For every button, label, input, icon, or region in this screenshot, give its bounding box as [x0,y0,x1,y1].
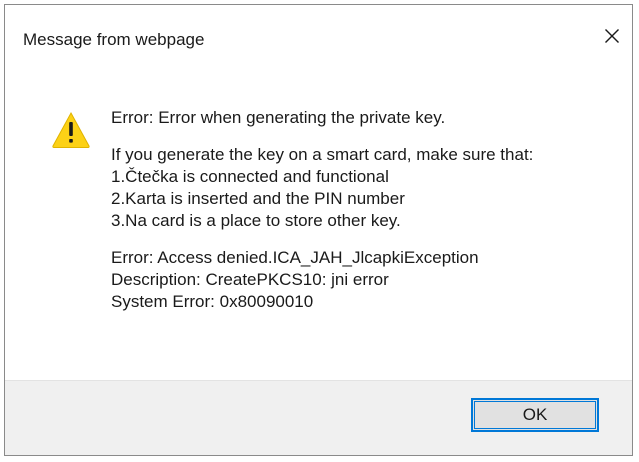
title-bar: Message from webpage [5,5,632,67]
ok-button[interactable]: OK [471,398,599,432]
warning-icon [52,111,90,148]
error-detail: Error: Access denied.ICA_JAH_JlcapkiExce… [111,248,479,267]
checklist-item: 1.Čtečka is connected and functional [111,167,389,186]
checklist-item: 2.Karta is inserted and the PIN number [111,189,405,208]
dialog-content: Error: Error when generating the private… [5,67,632,347]
checklist-item: 3.Na card is a place to store other key. [111,211,401,230]
message-dialog: Message from webpage Error: Error when g… [4,4,633,456]
close-button[interactable] [598,22,626,50]
dialog-title: Message from webpage [23,30,205,49]
system-error: System Error: 0x80090010 [111,292,314,311]
error-line: Error: Error when generating the private… [111,108,446,127]
message-text: Error: Error when generating the private… [111,107,611,313]
button-bar: OK [5,380,632,455]
close-icon [605,29,619,43]
intro-line: If you generate the key on a smart card,… [111,145,534,164]
error-description: Description: CreatePKCS10: jni error [111,270,389,289]
